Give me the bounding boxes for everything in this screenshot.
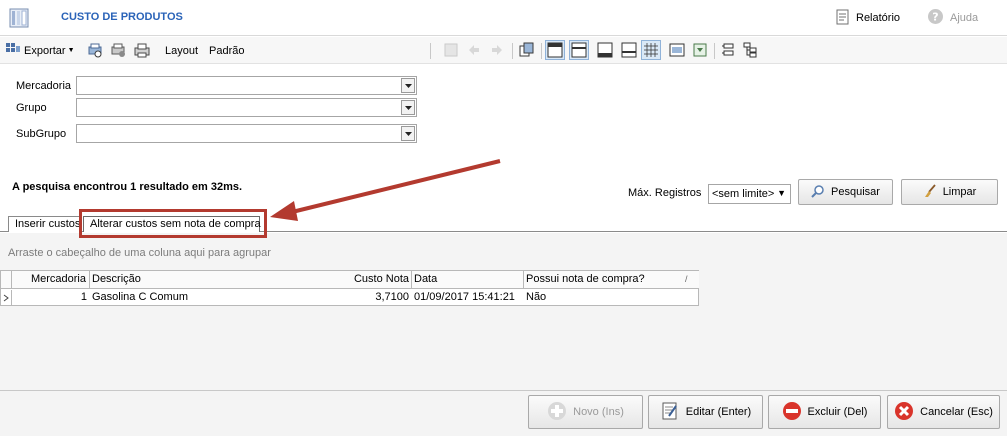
cancel-button[interactable]: Cancelar (Esc) xyxy=(887,395,1000,429)
new-button[interactable]: Novo (Ins) xyxy=(528,395,643,429)
tree-view-icon[interactable] xyxy=(743,42,759,58)
cell-custo-nota[interactable]: 3,7100 xyxy=(330,290,412,306)
column-header-custo-nota[interactable]: Custo Nota xyxy=(330,271,412,289)
broom-icon xyxy=(923,183,937,201)
add-icon xyxy=(547,401,567,424)
undo-icon[interactable] xyxy=(466,42,482,58)
filter-row-icon[interactable] xyxy=(692,42,708,58)
cancel-icon xyxy=(894,401,914,424)
chevron-down-icon: ▼ xyxy=(777,188,786,198)
help-label: Ajuda xyxy=(950,12,979,24)
mercadoria-select[interactable] xyxy=(76,76,417,95)
svg-text:?: ? xyxy=(932,11,938,24)
search-button[interactable]: Pesquisar xyxy=(798,179,893,205)
column-header-data[interactable]: Data xyxy=(412,271,524,289)
annotation-arrow-icon xyxy=(270,159,501,221)
export-label: Exportar xyxy=(24,44,66,57)
page-title: CUSTO DE PRODUTOS xyxy=(61,11,183,23)
export-menu[interactable]: Exportar ▼ xyxy=(6,37,75,64)
toolbar-divider xyxy=(714,43,715,59)
help-icon: ? xyxy=(927,8,944,28)
redo-icon[interactable] xyxy=(489,42,505,58)
help-button[interactable]: ? Ajuda xyxy=(927,9,978,27)
chevron-down-icon: ▼ xyxy=(67,47,75,54)
cancel-button-label: Cancelar (Esc) xyxy=(920,406,993,418)
delete-button-label: Excluir (Del) xyxy=(807,406,868,418)
search-icon xyxy=(811,184,825,201)
export-icon xyxy=(6,43,20,58)
results-grid: Mercadoria Descrição Custo Nota Data Pos… xyxy=(0,270,699,306)
cell-possui-nota[interactable]: Não xyxy=(526,290,696,306)
layout-footer-icon[interactable] xyxy=(597,42,613,58)
print-icon[interactable] xyxy=(134,42,150,58)
chevron-down-icon[interactable] xyxy=(401,78,415,93)
expand-all-icon[interactable] xyxy=(720,42,736,58)
layout-group-footer-icon[interactable] xyxy=(621,42,637,58)
edit-icon xyxy=(660,401,680,424)
grid-lines-icon[interactable] xyxy=(641,40,661,60)
toolbar-divider xyxy=(430,43,431,59)
search-button-label: Pesquisar xyxy=(831,186,880,198)
edit-button[interactable]: Editar (Enter) xyxy=(648,395,763,429)
app-icon xyxy=(8,6,32,30)
annotation-highlight-box xyxy=(79,209,267,238)
chevron-down-icon[interactable] xyxy=(401,126,415,141)
cell-mercadoria[interactable]: 1 xyxy=(12,290,90,306)
report-button[interactable]: Relatório xyxy=(836,9,900,27)
report-label: Relatório xyxy=(856,12,901,24)
subgrupo-select[interactable] xyxy=(76,124,417,143)
chevron-down-icon[interactable] xyxy=(401,100,415,115)
report-icon xyxy=(836,9,850,28)
column-header-mercadoria[interactable]: Mercadoria xyxy=(12,271,90,289)
delete-icon xyxy=(782,401,802,424)
tab-inserir-custos[interactable]: Inserir custos xyxy=(8,216,82,232)
columns-chooser-icon[interactable] xyxy=(519,42,535,58)
group-by-hint: Arraste o cabeçalho de uma coluna aqui p… xyxy=(8,247,271,259)
new-button-label: Novo (Ins) xyxy=(573,406,624,418)
toolbar-divider xyxy=(512,43,513,59)
row-indicator-header xyxy=(1,271,12,289)
preview-icon[interactable] xyxy=(669,42,685,58)
cell-data[interactable]: 01/09/2017 15:41:21 xyxy=(414,290,524,306)
result-summary: A pesquisa encontrou 1 resultado em 32ms… xyxy=(12,181,243,193)
max-records-select[interactable]: <sem limite> ▼ xyxy=(708,184,791,204)
layout-label: Layout xyxy=(165,44,199,57)
layout-band-icon[interactable] xyxy=(569,40,589,60)
cell-descricao[interactable]: Gasolina C Comum xyxy=(92,290,322,306)
clear-button[interactable]: Limpar xyxy=(901,179,998,205)
max-records-value: <sem limite> xyxy=(712,188,775,200)
save-layout-icon[interactable] xyxy=(443,42,459,58)
max-records-label: Máx. Registros xyxy=(628,187,702,199)
edit-button-label: Editar (Enter) xyxy=(685,406,752,418)
toolbar: Exportar ▼ Layout Padrão xyxy=(0,37,1007,64)
filter-icon[interactable]: / xyxy=(685,274,688,284)
print-preview-icon[interactable] xyxy=(87,42,103,58)
mercadoria-label: Mercadoria xyxy=(16,80,72,92)
grupo-select[interactable] xyxy=(76,98,417,117)
grupo-label: Grupo xyxy=(16,102,47,114)
subgrupo-label: SubGrupo xyxy=(16,128,67,140)
page-setup-icon[interactable] xyxy=(110,42,126,58)
delete-button[interactable]: Excluir (Del) xyxy=(768,395,881,429)
row-indicator-icon xyxy=(1,290,12,306)
layout-selector[interactable]: Padrão xyxy=(209,37,244,64)
column-header-possui-nota[interactable]: Possui nota de compra? xyxy=(524,271,699,289)
toolbar-divider xyxy=(541,43,542,59)
layout-header-icon[interactable] xyxy=(545,40,565,60)
clear-button-label: Limpar xyxy=(942,186,977,198)
